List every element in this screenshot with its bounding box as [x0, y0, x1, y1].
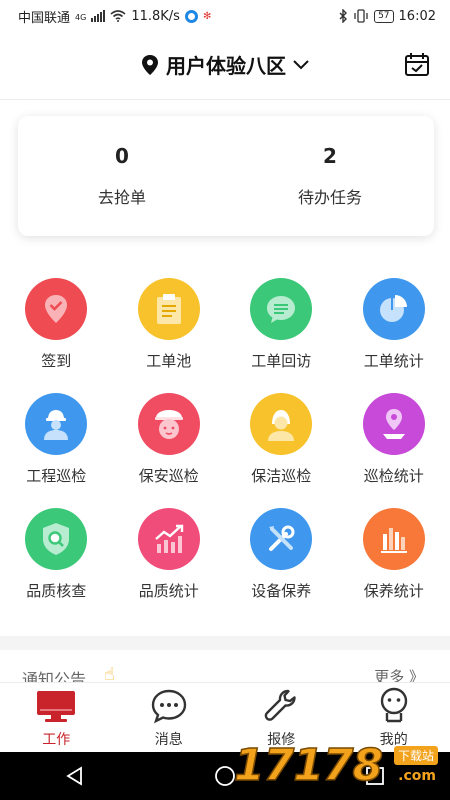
- grid-item-quality-stats[interactable]: 品质统计: [113, 508, 226, 601]
- grid-label: 品质统计: [138, 582, 199, 600]
- grid-label: 保洁巡检: [251, 467, 312, 485]
- clipboard-icon: [137, 278, 200, 340]
- map-pin-icon: [362, 393, 425, 455]
- monitor-icon: [36, 687, 76, 725]
- grid-label: 签到: [41, 352, 72, 370]
- grid-item-engineering-inspection[interactable]: 工程巡检: [0, 393, 113, 486]
- bar-chart-icon: [362, 508, 425, 570]
- tab-label: 消息: [154, 732, 183, 748]
- vibrate-icon: [354, 9, 368, 23]
- calendar-icon[interactable]: [404, 52, 430, 78]
- grid-label: 巡检统计: [363, 467, 424, 485]
- location-pin-icon: [142, 54, 158, 75]
- wrench-icon: [261, 687, 301, 725]
- watermark-suffix: .com: [398, 768, 436, 784]
- security-guard-icon: [137, 393, 200, 455]
- grid-label: 工单回访: [251, 352, 312, 370]
- signal-icon: [91, 10, 106, 22]
- message-icon: [149, 687, 189, 725]
- location-title: 用户体验八区: [166, 54, 286, 78]
- trend-chart-icon: [137, 508, 200, 570]
- network-speed: 11.8K/s: [131, 8, 180, 24]
- pending-task-label: 待办任务: [297, 188, 362, 207]
- grid-item-quality-check[interactable]: 品质核查: [0, 508, 113, 601]
- grid-label: 工单统计: [363, 352, 424, 370]
- header: 用户体验八区: [0, 32, 450, 100]
- status-bar: 中国联通 4G 11.8K/s ✻ 57 16:02: [0, 0, 450, 32]
- grid-item-equipment-maintenance[interactable]: 设备保养: [225, 508, 338, 601]
- notice-section: 通知公告 ☝ 更多 》: [0, 650, 450, 689]
- battery-level: 57: [374, 9, 394, 23]
- grid-item-checkin[interactable]: 签到: [0, 278, 113, 371]
- function-grid: 签到 工单池 工单回访 工单统计 工程巡检 保安巡检 保洁巡检 巡检统计 品质核…: [0, 278, 450, 601]
- app-screen: 中国联通 4G 11.8K/s ✻ 57 16:02 用户体验八区 0 去抢单: [0, 0, 450, 800]
- section-divider: [0, 636, 450, 650]
- back-icon[interactable]: [64, 765, 86, 787]
- tools-icon: [250, 508, 313, 570]
- grid-label: 工单池: [146, 352, 192, 370]
- grid-label: 品质核查: [26, 582, 87, 600]
- grid-item-order-pool[interactable]: 工单池: [113, 278, 226, 371]
- watermark-tag: 下载站: [393, 746, 438, 765]
- grid-item-security-inspection[interactable]: 保安巡检: [113, 393, 226, 486]
- tab-label: 工作: [42, 732, 71, 748]
- app-notification-icon: [184, 9, 198, 23]
- grid-item-order-revisit[interactable]: 工单回访: [225, 278, 338, 371]
- bluetooth-icon: [339, 9, 348, 23]
- pending-task-item[interactable]: 2 待办任务: [226, 116, 434, 236]
- clock: 16:02: [398, 8, 436, 24]
- grab-order-item[interactable]: 0 去抢单: [18, 116, 226, 236]
- wifi-icon: [110, 10, 126, 22]
- grid-item-maintenance-stats[interactable]: 保养统计: [338, 508, 450, 601]
- grid-item-order-stats[interactable]: 工单统计: [338, 278, 450, 371]
- grab-order-count: 0: [115, 144, 129, 168]
- watermark-number: 17178: [233, 739, 384, 792]
- tab-messages[interactable]: 消息: [113, 683, 226, 752]
- carrier-name: 中国联通: [18, 10, 71, 26]
- chat-icon: [250, 278, 313, 340]
- engineer-icon: [25, 393, 88, 455]
- home-icon[interactable]: [214, 765, 236, 787]
- location-selector[interactable]: 用户体验八区: [0, 50, 450, 79]
- cleaner-icon: [250, 393, 313, 455]
- tab-work[interactable]: 工作: [0, 683, 113, 752]
- shield-search-icon: [25, 508, 88, 570]
- chevron-down-icon: [293, 59, 309, 69]
- task-summary-card: 0 去抢单 2 待办任务: [18, 116, 434, 236]
- grid-label: 工程巡检: [26, 467, 87, 485]
- pie-chart-icon: [362, 278, 425, 340]
- watermark-logo: 17178 下载站 .com: [233, 738, 444, 796]
- checkin-icon: [25, 278, 88, 340]
- profile-icon: [374, 687, 414, 725]
- grid-label: 设备保养: [251, 582, 312, 600]
- grid-item-inspection-stats[interactable]: 巡检统计: [338, 393, 450, 486]
- grab-order-label: 去抢单: [97, 188, 146, 207]
- network-type: 4G: [75, 12, 87, 22]
- grid-item-cleaning-inspection[interactable]: 保洁巡检: [225, 393, 338, 486]
- pending-task-count: 2: [323, 144, 337, 168]
- grid-label: 保安巡检: [138, 467, 199, 485]
- grid-label: 保养统计: [363, 582, 424, 600]
- app-notification-icon-2: ✻: [202, 10, 212, 22]
- status-left: 中国联通 4G 11.8K/s ✻: [18, 7, 211, 26]
- status-right: 57 16:02: [338, 9, 436, 24]
